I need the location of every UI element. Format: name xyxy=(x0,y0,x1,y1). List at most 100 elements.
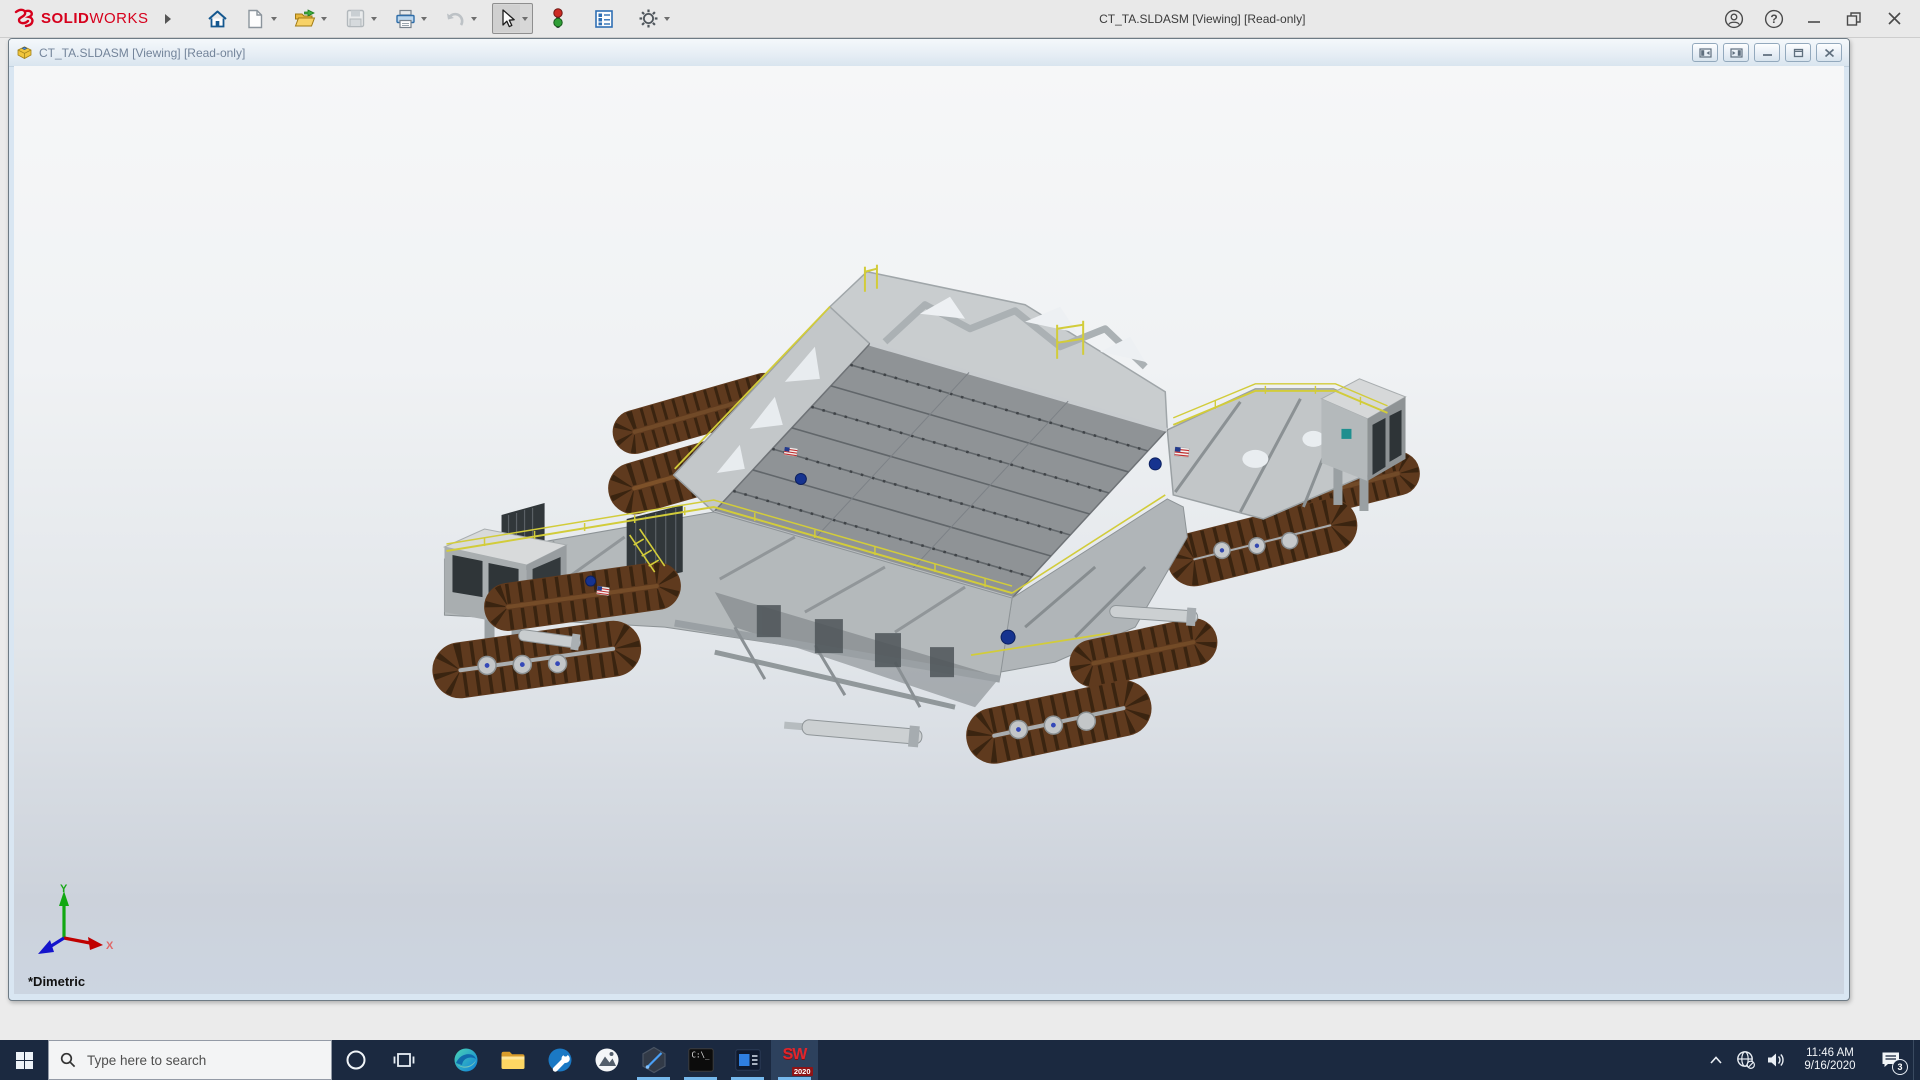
close-button[interactable] xyxy=(1882,7,1906,31)
taskbar-support-tool-button[interactable] xyxy=(536,1040,583,1080)
task-view-icon xyxy=(393,1053,415,1067)
support-wrench-icon xyxy=(548,1048,571,1072)
taskbar-command-prompt-button[interactable]: C:\_ xyxy=(677,1040,724,1080)
triad-z-arrow xyxy=(38,940,54,954)
tray-volume-button[interactable] xyxy=(1761,1040,1791,1080)
print-dropdown[interactable] xyxy=(420,16,427,21)
model-us-flag xyxy=(783,446,798,457)
account-button[interactable] xyxy=(1722,7,1746,31)
cortana-button[interactable] xyxy=(332,1040,380,1080)
minimize-button[interactable] xyxy=(1802,7,1826,31)
collapse-left-pane-button[interactable] xyxy=(1692,43,1718,62)
minimize-icon xyxy=(1808,20,1820,23)
save-icon xyxy=(346,9,364,28)
collapse-left-pane-icon xyxy=(1698,47,1712,58)
reference-triad: Y X xyxy=(38,883,114,954)
paint3d-hexagon-icon xyxy=(641,1046,666,1074)
triad-x-label: X xyxy=(106,940,114,952)
save-dropdown[interactable] xyxy=(370,16,377,21)
undo-button[interactable] xyxy=(442,5,469,32)
undo-icon xyxy=(446,12,463,26)
breadcrumb-arrow-icon[interactable] xyxy=(163,13,172,25)
tray-date: 9/16/2020 xyxy=(1804,1060,1856,1072)
search-icon xyxy=(60,1052,76,1068)
app-window-controls: ? xyxy=(1722,7,1920,31)
close-icon xyxy=(1887,12,1901,25)
open-dropdown[interactable] xyxy=(320,16,327,21)
triad-x-arrow xyxy=(88,937,103,950)
model-us-flag xyxy=(1174,446,1190,458)
undo-dropdown[interactable] xyxy=(470,16,477,21)
print-icon xyxy=(395,9,415,28)
open-button[interactable] xyxy=(292,5,319,32)
select-tool-button[interactable] xyxy=(492,5,520,32)
restore-icon xyxy=(1846,11,1861,26)
assembly-cube-icon xyxy=(17,45,32,59)
quick-access-toolbar xyxy=(204,3,683,34)
taskbar-solidworks-button[interactable]: SW 2020 xyxy=(771,1040,818,1080)
print-button[interactable] xyxy=(392,5,419,32)
task-pane-icon xyxy=(595,9,613,28)
document-title: CT_TA.SLDASM [Viewing] [Read-only] xyxy=(39,45,246,60)
taskbar-paint3d-button[interactable] xyxy=(630,1040,677,1080)
search-input[interactable] xyxy=(85,1051,320,1069)
graphics-area[interactable]: Y X *Dimetric xyxy=(14,66,1844,994)
select-tool-dropdown[interactable] xyxy=(521,16,528,21)
brand-text: SOLIDWORKS xyxy=(41,10,149,27)
file-explorer-icon xyxy=(501,1051,524,1069)
home-icon xyxy=(207,10,227,27)
document-title-bar[interactable]: CT_TA.SLDASM [Viewing] [Read-only] xyxy=(9,39,1849,67)
globe-no-internet-icon xyxy=(1737,1051,1756,1070)
document-window: CT_TA.SLDASM [Viewing] [Read-only] Y X *… xyxy=(8,38,1850,1001)
settings-dropdown[interactable] xyxy=(663,16,670,21)
model-cylinder-center xyxy=(783,719,923,748)
clock[interactable]: 11:46 AM 9/16/2020 xyxy=(1791,1040,1869,1080)
tray-time: 11:46 AM xyxy=(1806,1047,1854,1059)
edge-browser-icon xyxy=(454,1048,477,1072)
doc-close-button[interactable] xyxy=(1816,43,1842,62)
svg-text:?: ? xyxy=(1770,12,1777,26)
tray-chevron-button[interactable] xyxy=(1701,1040,1731,1080)
tray-network-button[interactable] xyxy=(1731,1040,1761,1080)
doc-minimize-button[interactable] xyxy=(1754,43,1780,62)
command-prompt-icon: C:\_ xyxy=(687,1048,714,1072)
new-document-button[interactable] xyxy=(242,5,269,32)
task-pane-button[interactable] xyxy=(591,5,618,32)
taskbar-media-window-button[interactable] xyxy=(724,1040,771,1080)
collapse-right-pane-button[interactable] xyxy=(1723,43,1749,62)
triad-y-label: Y xyxy=(60,883,68,895)
open-folder-icon xyxy=(294,8,316,26)
svg-text:C:\_: C:\_ xyxy=(691,1051,710,1060)
task-view-button[interactable] xyxy=(380,1040,428,1080)
new-document-dropdown[interactable] xyxy=(270,16,277,21)
collapse-right-pane-icon xyxy=(1729,47,1743,58)
media-window-icon xyxy=(734,1049,761,1071)
model-canvas[interactable] xyxy=(14,66,1844,994)
model-us-flag xyxy=(596,585,610,596)
restore-button[interactable] xyxy=(1842,7,1866,31)
help-button[interactable]: ? xyxy=(1762,7,1786,31)
minimize-icon xyxy=(1762,54,1772,56)
taskbar-search-box[interactable] xyxy=(48,1040,332,1080)
new-document-icon xyxy=(248,9,263,28)
windows-taskbar: C:\_ SW 2020 xyxy=(0,1040,1920,1080)
settings-button[interactable] xyxy=(635,5,662,32)
account-icon xyxy=(1724,9,1744,28)
mdi-background: CT_TA.SLDASM [Viewing] [Read-only] Y X *… xyxy=(0,38,1920,1040)
taskbar-edge-button[interactable] xyxy=(442,1040,489,1080)
close-icon xyxy=(1824,48,1834,57)
app-title: CT_TA.SLDASM [Viewing] [Read-only] xyxy=(1099,11,1306,26)
save-button[interactable] xyxy=(342,5,369,32)
doc-restore-button[interactable] xyxy=(1785,43,1811,62)
speaker-icon xyxy=(1768,1053,1784,1067)
home-button[interactable] xyxy=(204,5,231,32)
taskbar-photos-button[interactable] xyxy=(583,1040,630,1080)
start-button[interactable] xyxy=(0,1040,48,1080)
cortana-icon xyxy=(346,1050,366,1070)
show-desktop-button[interactable] xyxy=(1913,1040,1920,1080)
taskbar-file-explorer-button[interactable] xyxy=(489,1040,536,1080)
notification-center-button[interactable]: 3 xyxy=(1869,1040,1913,1080)
performance-stoplight-button[interactable] xyxy=(545,5,572,32)
select-cursor-icon xyxy=(501,9,515,28)
solidworks-2020-icon: SW 2020 xyxy=(782,1046,813,1076)
